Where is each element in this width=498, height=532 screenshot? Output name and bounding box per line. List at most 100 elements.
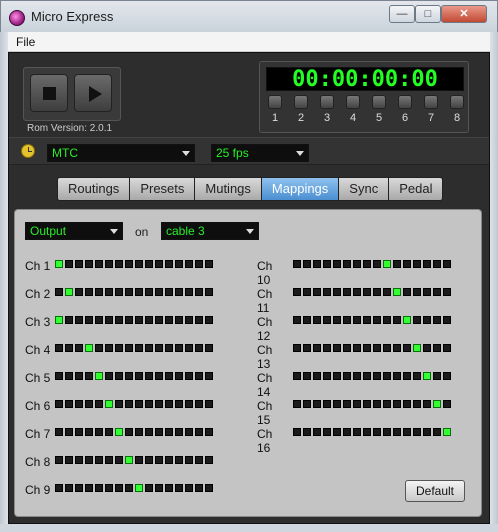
mapping-cell[interactable] (85, 484, 93, 492)
mapping-cell[interactable] (443, 288, 451, 296)
mapping-cell[interactable] (55, 456, 63, 464)
mapping-cell[interactable] (65, 344, 73, 352)
mapping-cell[interactable] (65, 316, 73, 324)
mapping-cell[interactable] (423, 428, 431, 436)
mapping-cell[interactable] (393, 316, 401, 324)
mapping-cell[interactable] (65, 400, 73, 408)
mapping-cell[interactable] (125, 288, 133, 296)
mapping-cell[interactable] (175, 288, 183, 296)
mapping-cell[interactable] (205, 260, 213, 268)
mapping-cell[interactable] (145, 456, 153, 464)
mapping-cell[interactable] (115, 400, 123, 408)
direction-dropdown[interactable]: Output (25, 222, 123, 240)
mapping-cell[interactable] (135, 288, 143, 296)
mapping-cell[interactable] (125, 316, 133, 324)
mapping-cell[interactable] (85, 372, 93, 380)
mapping-cell[interactable] (433, 288, 441, 296)
mapping-cell[interactable] (373, 372, 381, 380)
mapping-cell[interactable] (353, 372, 361, 380)
mapping-cell[interactable] (323, 260, 331, 268)
mapping-cell[interactable] (443, 372, 451, 380)
mapping-cell[interactable] (293, 400, 301, 408)
mapping-cell[interactable] (413, 372, 421, 380)
mapping-cell[interactable] (65, 288, 73, 296)
mapping-cell[interactable] (323, 428, 331, 436)
mapping-cell[interactable] (413, 288, 421, 296)
mapping-cell[interactable] (313, 288, 321, 296)
mapping-cell[interactable] (175, 400, 183, 408)
mapping-cell[interactable] (75, 288, 83, 296)
stop-button[interactable] (30, 74, 68, 112)
mapping-cell[interactable] (175, 456, 183, 464)
mapping-cell[interactable] (195, 400, 203, 408)
mapping-cell[interactable] (95, 260, 103, 268)
mapping-cell[interactable] (423, 372, 431, 380)
mapping-cell[interactable] (323, 316, 331, 324)
locate-button-3[interactable] (320, 95, 334, 109)
mapping-cell[interactable] (443, 260, 451, 268)
mapping-cell[interactable] (55, 372, 63, 380)
mapping-cell[interactable] (433, 316, 441, 324)
mapping-cell[interactable] (303, 344, 311, 352)
mapping-cell[interactable] (313, 428, 321, 436)
mapping-cell[interactable] (145, 400, 153, 408)
tab-mappings[interactable]: Mappings (260, 177, 339, 201)
mapping-cell[interactable] (55, 400, 63, 408)
mapping-cell[interactable] (195, 288, 203, 296)
tab-sync[interactable]: Sync (338, 177, 389, 201)
mapping-cell[interactable] (105, 260, 113, 268)
mapping-cell[interactable] (195, 428, 203, 436)
mapping-cell[interactable] (353, 428, 361, 436)
mapping-cell[interactable] (413, 344, 421, 352)
mapping-cell[interactable] (313, 344, 321, 352)
mapping-cell[interactable] (363, 288, 371, 296)
mapping-cell[interactable] (433, 372, 441, 380)
mapping-cell[interactable] (383, 344, 391, 352)
mapping-cell[interactable] (403, 372, 411, 380)
mapping-cell[interactable] (423, 316, 431, 324)
mapping-cell[interactable] (65, 484, 73, 492)
close-button[interactable]: ✕ (441, 5, 487, 23)
mapping-cell[interactable] (343, 260, 351, 268)
mapping-cell[interactable] (205, 400, 213, 408)
mapping-cell[interactable] (383, 372, 391, 380)
mapping-cell[interactable] (165, 484, 173, 492)
mapping-cell[interactable] (135, 400, 143, 408)
title-bar[interactable]: Micro Express — □ ✕ (0, 0, 498, 32)
mapping-cell[interactable] (85, 260, 93, 268)
locate-button-4[interactable] (346, 95, 360, 109)
mapping-cell[interactable] (135, 484, 143, 492)
mapping-cell[interactable] (343, 288, 351, 296)
mapping-cell[interactable] (373, 316, 381, 324)
mapping-cell[interactable] (75, 372, 83, 380)
mapping-cell[interactable] (185, 372, 193, 380)
mapping-cell[interactable] (323, 400, 331, 408)
mapping-cell[interactable] (115, 484, 123, 492)
mapping-cell[interactable] (165, 456, 173, 464)
mapping-cell[interactable] (55, 428, 63, 436)
mapping-cell[interactable] (333, 288, 341, 296)
maximize-button[interactable]: □ (415, 5, 441, 23)
mapping-cell[interactable] (393, 428, 401, 436)
mapping-cell[interactable] (333, 372, 341, 380)
mapping-cell[interactable] (413, 428, 421, 436)
mapping-cell[interactable] (155, 372, 163, 380)
mapping-cell[interactable] (195, 456, 203, 464)
mapping-cell[interactable] (293, 428, 301, 436)
mapping-cell[interactable] (323, 344, 331, 352)
mapping-cell[interactable] (333, 344, 341, 352)
mapping-cell[interactable] (125, 428, 133, 436)
mapping-cell[interactable] (175, 260, 183, 268)
tab-mutings[interactable]: Mutings (194, 177, 261, 201)
mapping-cell[interactable] (65, 428, 73, 436)
mapping-cell[interactable] (125, 372, 133, 380)
mapping-cell[interactable] (313, 316, 321, 324)
mapping-cell[interactable] (185, 484, 193, 492)
mapping-cell[interactable] (423, 344, 431, 352)
mapping-cell[interactable] (205, 428, 213, 436)
mapping-cell[interactable] (443, 316, 451, 324)
mapping-cell[interactable] (75, 400, 83, 408)
mapping-cell[interactable] (115, 344, 123, 352)
mapping-cell[interactable] (155, 344, 163, 352)
mapping-cell[interactable] (105, 428, 113, 436)
